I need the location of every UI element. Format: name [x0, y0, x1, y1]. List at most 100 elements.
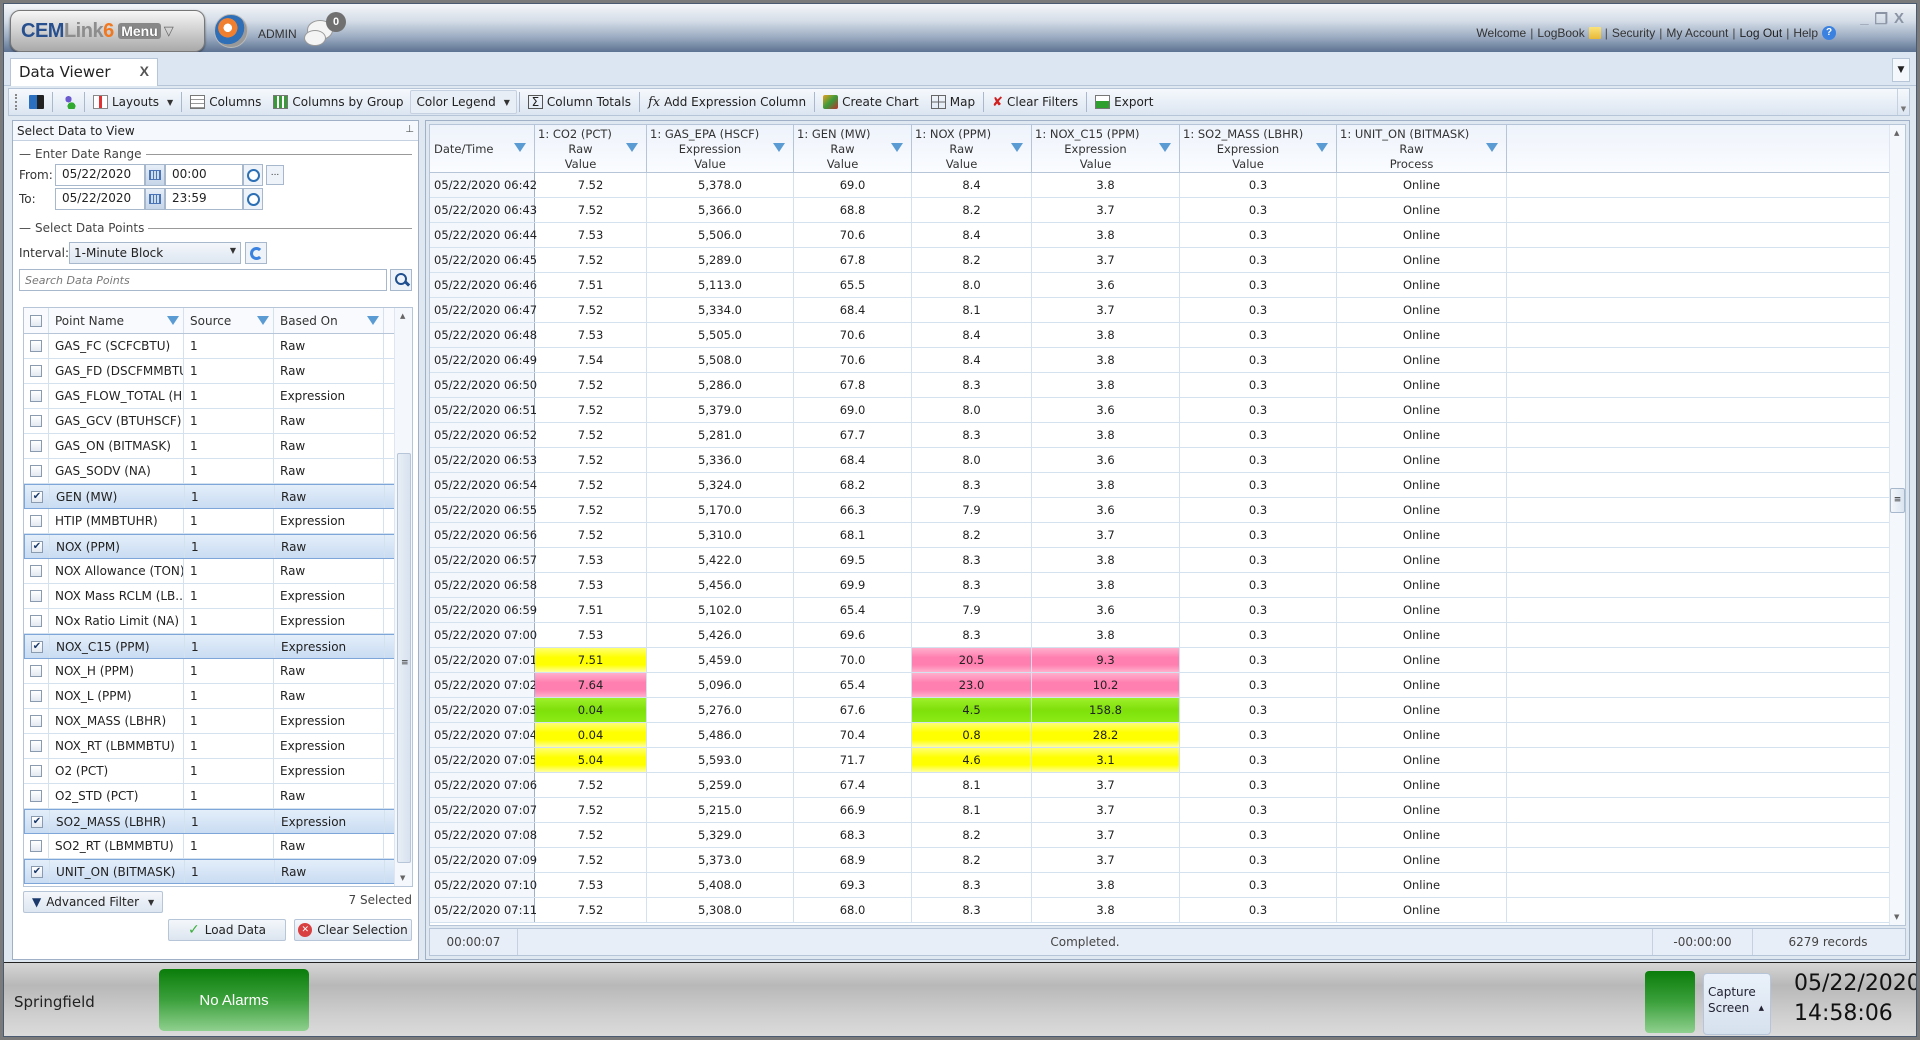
- table-row[interactable]: 05/22/2020 07:11 7.52 5,308.0 68.0 8.3 3.8 0.3…: [430, 898, 1890, 923]
- column-header-nox[interactable]: 1: NOX (PPM) Raw Value: [912, 125, 1032, 173]
- scroll-down-icon[interactable]: ▼: [400, 874, 405, 882]
- point-row[interactable]: ✔ UNIT_ON (BITMASK) 1 Raw: [24, 859, 412, 884]
- point-checkbox[interactable]: [30, 665, 42, 677]
- from-calendar-button[interactable]: [145, 164, 165, 186]
- create-chart-button[interactable]: Create Chart: [817, 90, 925, 114]
- table-row[interactable]: 05/22/2020 07:10 7.53 5,408.0 69.3 8.3 3.8 0.3…: [430, 873, 1890, 898]
- alarms-button[interactable]: No Alarms: [159, 969, 309, 1031]
- add-expression-column-button[interactable]: fx Add Expression Column: [642, 90, 812, 114]
- col-based-on[interactable]: Based On: [280, 314, 338, 328]
- point-row[interactable]: O2 (PCT) 1 Expression: [24, 759, 412, 784]
- table-row[interactable]: 05/22/2020 06:49 7.54 5,508.0 70.6 8.4 3.8 0.3…: [430, 348, 1890, 373]
- date-range-options-button[interactable]: ...: [266, 165, 284, 185]
- to-calendar-button[interactable]: [145, 188, 165, 210]
- column-header-unit[interactable]: 1: UNIT_ON (BITMASK) Raw Process: [1337, 125, 1507, 173]
- advanced-filter-button[interactable]: ▼ Advanced Filter ▼: [23, 891, 164, 913]
- table-row[interactable]: 05/22/2020 07:04 0.04 5,486.0 70.4 0.8 28.2 0.…: [430, 723, 1890, 748]
- table-row[interactable]: 05/22/2020 06:48 7.53 5,505.0 70.6 8.4 3.8 0.3…: [430, 323, 1890, 348]
- table-row[interactable]: 05/22/2020 07:09 7.52 5,373.0 68.9 8.2 3.7 0.3…: [430, 848, 1890, 873]
- point-checkbox[interactable]: [30, 765, 42, 777]
- security-link[interactable]: Security: [1612, 26, 1655, 40]
- table-row[interactable]: 05/22/2020 06:44 7.53 5,506.0 70.6 8.4 3.8 0.3…: [430, 223, 1890, 248]
- point-row[interactable]: GAS_FC (SCFCBTU) 1 Raw: [24, 334, 412, 359]
- toolbar-grip[interactable]: [15, 94, 19, 110]
- col-source[interactable]: Source: [190, 314, 231, 328]
- tab-list-dropdown[interactable]: ▼: [1892, 58, 1910, 82]
- point-row[interactable]: NOX_MASS (LBHR) 1 Expression: [24, 709, 412, 734]
- interval-select[interactable]: 1-Minute Block ▼: [69, 242, 241, 264]
- point-checkbox[interactable]: [30, 515, 42, 527]
- logbook-note-icon[interactable]: [1588, 27, 1601, 39]
- point-checkbox[interactable]: [30, 390, 42, 402]
- to-clock-button[interactable]: [243, 188, 263, 210]
- table-row[interactable]: 05/22/2020 06:42 7.52 5,378.0 69.0 8.4 3.8 0.3…: [430, 173, 1890, 198]
- color-legend-dropdown[interactable]: Color Legend ▼: [409, 90, 517, 114]
- point-checkbox[interactable]: ✔: [31, 865, 43, 878]
- points-scrollbar[interactable]: ▲ ≡ ▼: [394, 308, 412, 886]
- capture-screen-button[interactable]: Capture Screen ▲: [1703, 973, 1771, 1035]
- log-out-link[interactable]: Log Out: [1739, 26, 1782, 40]
- help-icon[interactable]: ?: [1822, 26, 1836, 40]
- filter-icon[interactable]: [514, 143, 526, 152]
- table-row[interactable]: 05/22/2020 06:58 7.53 5,456.0 69.9 8.3 3.8 0.3…: [430, 573, 1890, 598]
- columns-button[interactable]: Columns: [184, 90, 267, 114]
- point-row[interactable]: GAS_ON (BITMASK) 1 Raw: [24, 434, 412, 459]
- map-button[interactable]: Map: [925, 90, 981, 114]
- point-checkbox[interactable]: [30, 790, 42, 802]
- refresh-points-button[interactable]: [245, 242, 267, 264]
- point-row[interactable]: NOX_RT (LBMMBTU) 1 Expression: [24, 734, 412, 759]
- close-window-icon[interactable]: X: [1894, 10, 1904, 28]
- load-data-button[interactable]: ✓ Load Data: [168, 919, 286, 941]
- main-menu-button[interactable]: CEM Link 6 Menu ▽: [10, 10, 205, 52]
- point-row[interactable]: GAS_FLOW_TOTAL (H... 1 Expression: [24, 384, 412, 409]
- point-row[interactable]: GAS_GCV (BTUHSCF) 1 Raw: [24, 409, 412, 434]
- table-row[interactable]: 05/22/2020 06:45 7.52 5,289.0 67.8 8.2 3.7 0.3…: [430, 248, 1890, 273]
- clear-selection-button[interactable]: ✕ Clear Selection: [294, 919, 412, 941]
- filter-icon[interactable]: [1486, 143, 1498, 152]
- table-row[interactable]: 05/22/2020 07:03 0.04 5,276.0 67.6 4.5 158.8 0…: [430, 698, 1890, 723]
- point-checkbox[interactable]: [30, 840, 42, 852]
- point-row[interactable]: GAS_FD (DSCFMMBTU) 1 Raw: [24, 359, 412, 384]
- scroll-up-icon[interactable]: ▲: [400, 312, 405, 320]
- toolbar-overflow-button[interactable]: ▼: [1897, 89, 1909, 115]
- column-header-gen[interactable]: 1: GEN (MW) Raw Value: [794, 125, 912, 173]
- table-row[interactable]: 05/22/2020 07:08 7.52 5,329.0 68.3 8.2 3.7 0.3…: [430, 823, 1890, 848]
- filter-icon[interactable]: [1159, 143, 1171, 152]
- tab-data-viewer[interactable]: Data Viewer X: [10, 58, 158, 86]
- point-checkbox[interactable]: [30, 690, 42, 702]
- welcome-link[interactable]: Welcome: [1476, 26, 1526, 40]
- filter-icon[interactable]: [773, 143, 785, 152]
- export-button[interactable]: Export: [1089, 90, 1159, 114]
- point-checkbox[interactable]: [30, 440, 42, 452]
- point-row[interactable]: NOX_L (PPM) 1 Raw: [24, 684, 412, 709]
- table-row[interactable]: 05/22/2020 06:43 7.52 5,366.0 68.8 8.2 3.7 0.3…: [430, 198, 1890, 223]
- point-row[interactable]: HTIP (MMBTUHR) 1 Expression: [24, 509, 412, 534]
- table-row[interactable]: 05/22/2020 06:56 7.52 5,310.0 68.1 8.2 3.7 0.3…: [430, 523, 1890, 548]
- data-source-button[interactable]: [23, 90, 50, 114]
- user-export-button[interactable]: [55, 90, 82, 114]
- point-checkbox[interactable]: [30, 715, 42, 727]
- table-row[interactable]: 05/22/2020 06:59 7.51 5,102.0 65.4 7.9 3.6 0.3…: [430, 598, 1890, 623]
- restore-icon[interactable]: ❐: [1875, 10, 1888, 28]
- table-row[interactable]: 05/22/2020 07:05 5.04 5,593.0 71.7 4.6 3.1 0.3…: [430, 748, 1890, 773]
- point-checkbox[interactable]: ✔: [31, 490, 43, 503]
- point-row[interactable]: NOX_H (PPM) 1 Raw: [24, 659, 412, 684]
- table-row[interactable]: 05/22/2020 06:54 7.52 5,324.0 68.2 8.3 3.8 0.3…: [430, 473, 1890, 498]
- point-row[interactable]: NOX Mass RCLM (LB... 1 Expression: [24, 584, 412, 609]
- point-checkbox[interactable]: [30, 565, 42, 577]
- filter-icon[interactable]: [367, 316, 379, 325]
- point-row[interactable]: NOX Allowance (TON) 1 Raw: [24, 559, 412, 584]
- company-logo-icon[interactable]: [214, 14, 248, 48]
- from-date-input[interactable]: 05/22/2020: [55, 164, 145, 186]
- table-row[interactable]: 05/22/2020 07:07 7.52 5,215.0 66.9 8.1 3.7 0.3…: [430, 798, 1890, 823]
- point-checkbox[interactable]: [30, 365, 42, 377]
- point-checkbox[interactable]: ✔: [31, 640, 43, 653]
- help-link[interactable]: Help: [1793, 26, 1818, 40]
- select-all-checkbox[interactable]: [30, 314, 42, 327]
- grid-scrollbar[interactable]: ▲ ≡ ▼: [1889, 125, 1905, 925]
- to-date-input[interactable]: 05/22/2020: [55, 188, 145, 210]
- point-checkbox[interactable]: ✔: [31, 540, 43, 553]
- layouts-dropdown[interactable]: Layouts ▼: [87, 90, 179, 114]
- point-checkbox[interactable]: [30, 415, 42, 427]
- table-row[interactable]: 05/22/2020 07:02 7.64 5,096.0 65.4 23.0 10.2 0…: [430, 673, 1890, 698]
